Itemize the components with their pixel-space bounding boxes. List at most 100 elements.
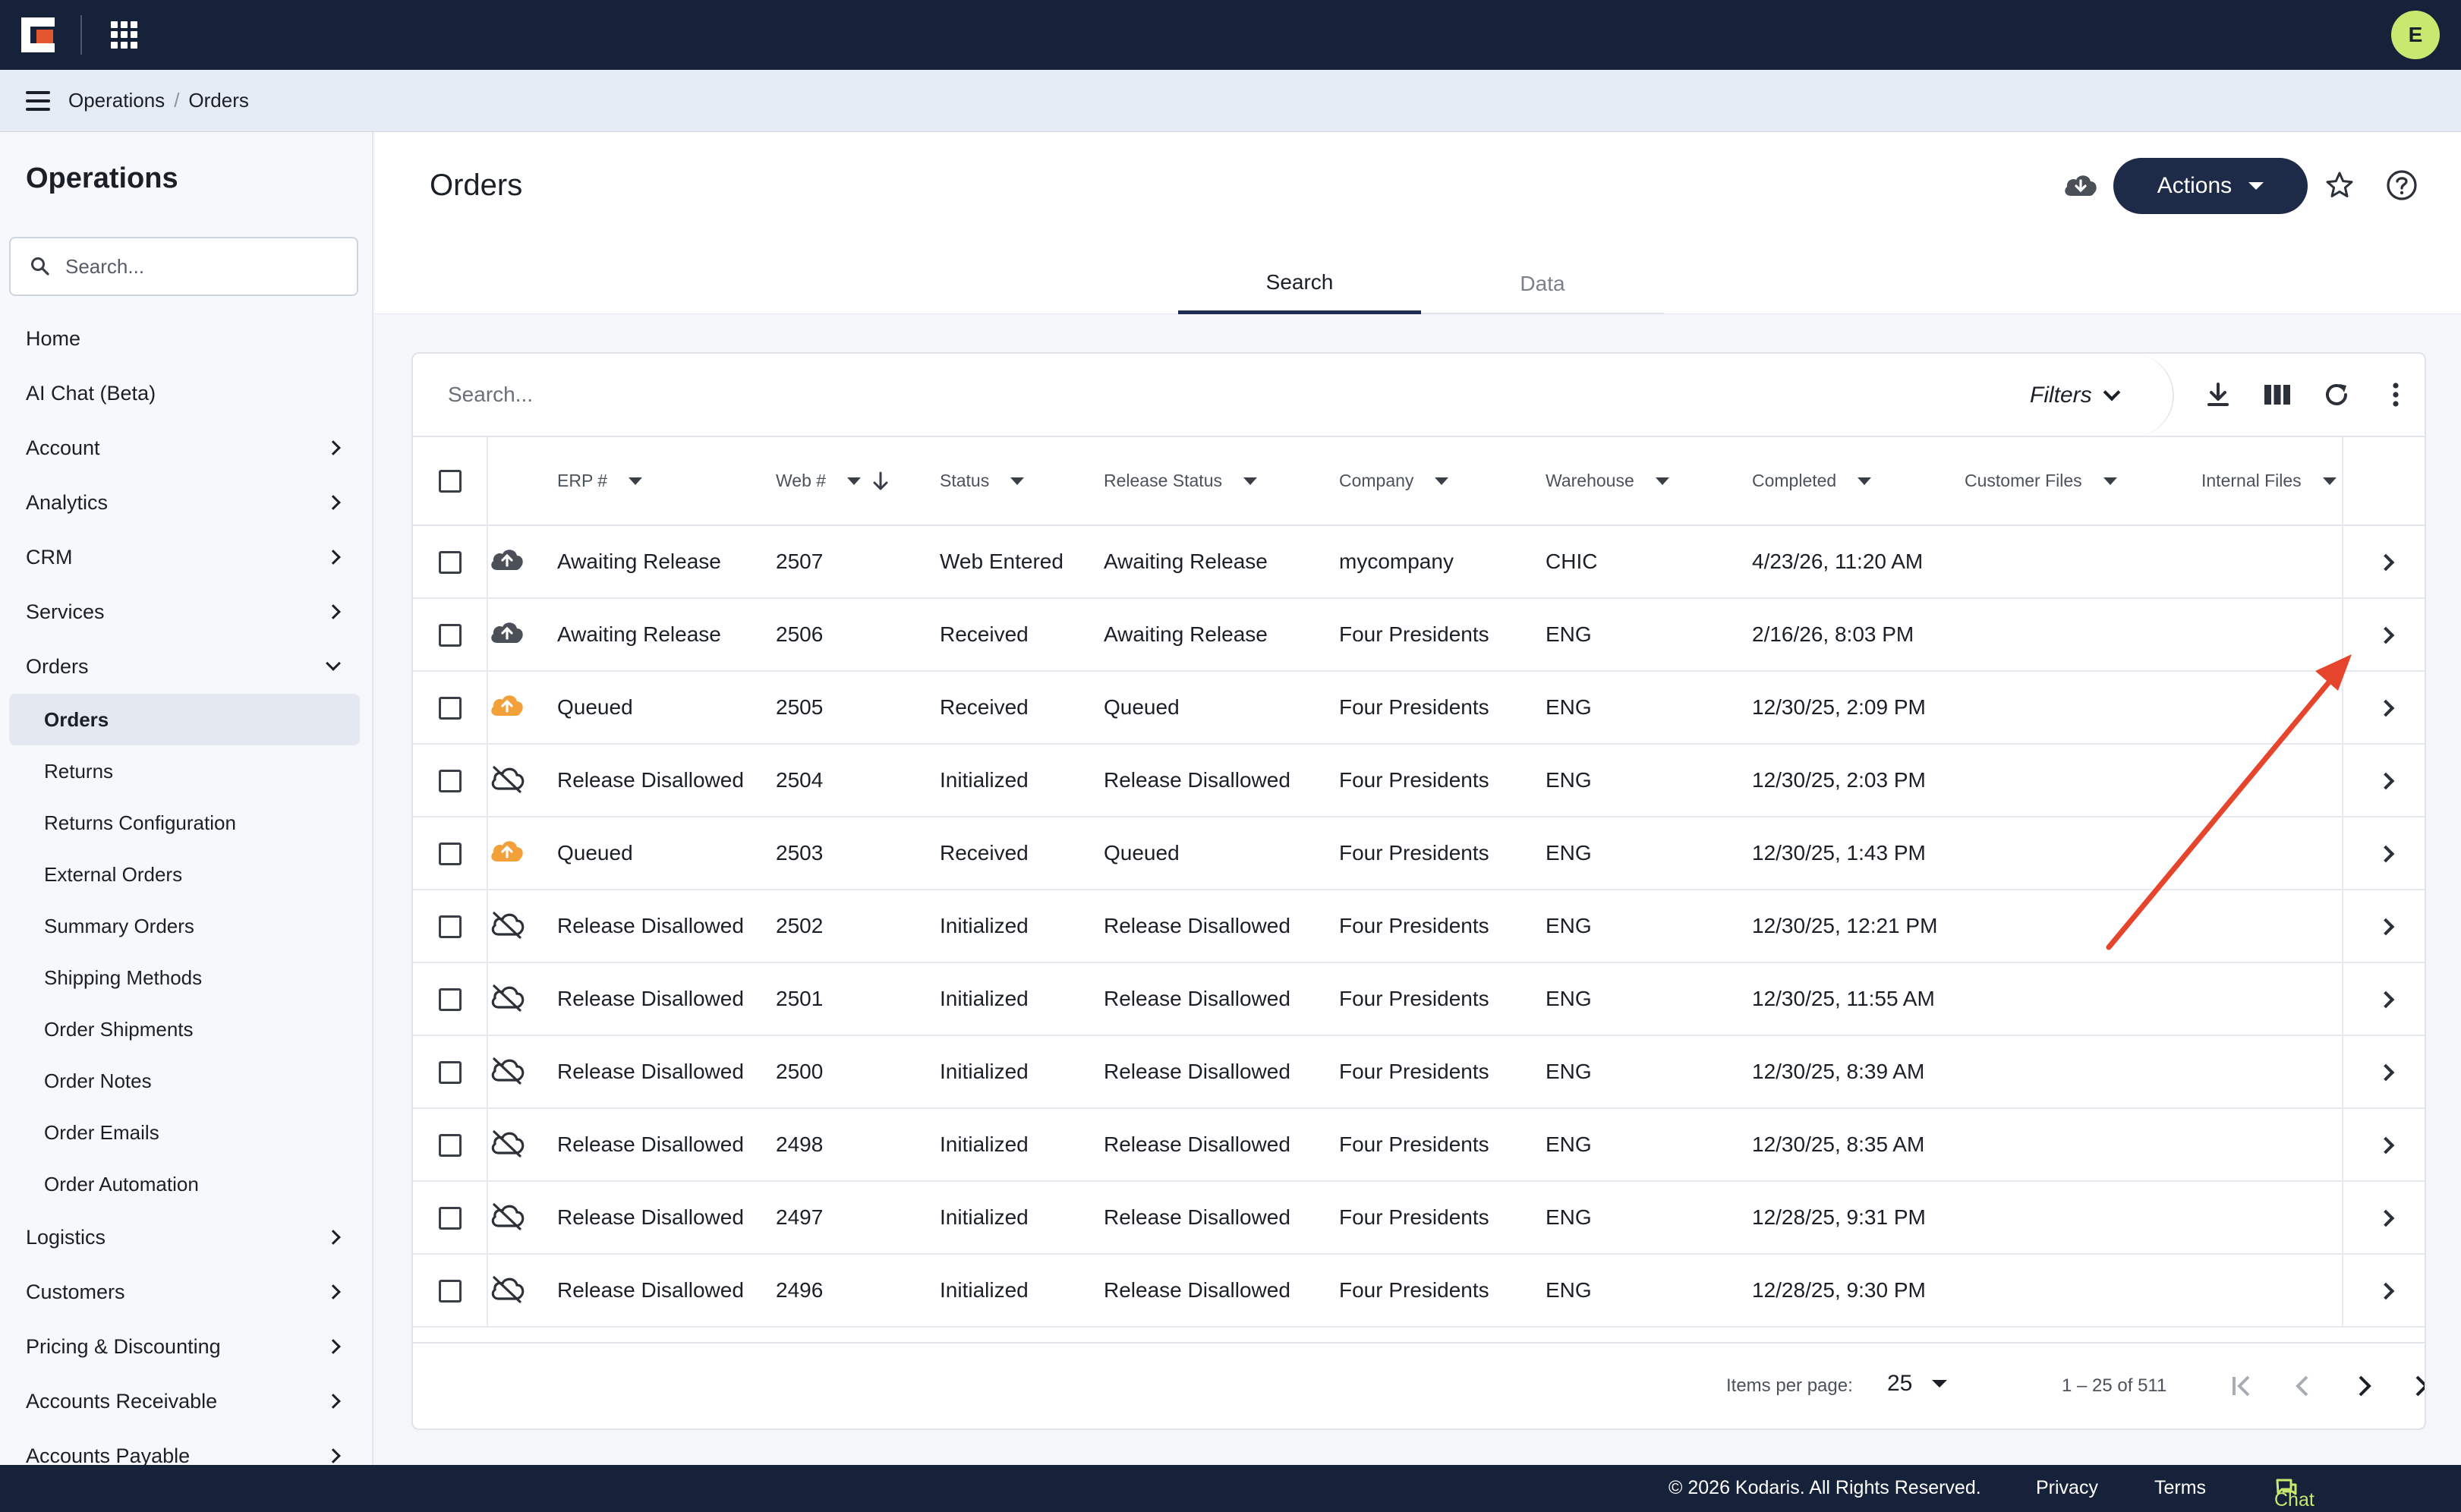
table-row[interactable]: Release Disallowed 2500 Initialized Release… (413, 1035, 2425, 1109)
sidebar-item-logistics[interactable]: Logistics (0, 1210, 372, 1265)
previous-page-icon[interactable] (2288, 1371, 2318, 1401)
sidebar-item-account[interactable]: Account (0, 421, 372, 475)
row-open-button[interactable] (2342, 525, 2425, 599)
sidebar-subitem-shipping-methods[interactable]: Shipping Methods (0, 952, 372, 1003)
sidebar-item-orders[interactable]: Orders (0, 639, 372, 694)
table-row[interactable]: Awaiting Release 2506 Received Awaiting Rel… (413, 598, 2425, 672)
row-checkbox[interactable] (438, 988, 462, 1012)
row-open-button[interactable] (2342, 1108, 2425, 1182)
column-web[interactable]: Web # (776, 437, 940, 526)
columns-icon[interactable] (2262, 380, 2292, 410)
user-avatar[interactable]: E (2391, 11, 2440, 59)
row-checkbox[interactable] (438, 1061, 462, 1085)
help-icon[interactable] (2385, 169, 2418, 202)
table-row[interactable]: Release Disallowed 2498 Initialized Release… (413, 1108, 2425, 1182)
sidebar-subitem-order-notes[interactable]: Order Notes (0, 1055, 372, 1107)
sidebar-item-ai-chat-beta[interactable]: AI Chat (Beta) (0, 366, 372, 421)
column-warehouse[interactable]: Warehouse (1546, 437, 1752, 526)
select-all-checkbox[interactable] (438, 469, 462, 493)
footer-privacy-link[interactable]: Privacy (2036, 1477, 2098, 1499)
sidebar-search-input[interactable]: Search... (9, 237, 358, 296)
chat-button[interactable]: Chat with us (2274, 1477, 2314, 1512)
first-page-icon[interactable] (2227, 1371, 2258, 1401)
filters-button[interactable]: Filters (2030, 354, 2174, 437)
table-row[interactable]: Awaiting Release 2507 Web Entered Awaiting … (413, 525, 2425, 599)
row-checkbox[interactable] (438, 770, 462, 793)
sidebar-subitem-returns-configuration[interactable]: Returns Configuration (0, 797, 372, 849)
row-checkbox[interactable] (438, 624, 462, 647)
sidebar-item-services[interactable]: Services (0, 584, 372, 639)
row-open-button[interactable] (2342, 890, 2425, 963)
row-checkbox[interactable] (438, 843, 462, 866)
table-row[interactable]: Release Disallowed 2501 Initialized Release… (413, 962, 2425, 1036)
column-internal-files[interactable]: Internal Files (2201, 437, 2343, 526)
menu-icon[interactable] (26, 90, 50, 111)
cell-status: Web Entered (940, 525, 1104, 599)
sort-arrow-down-icon[interactable] (871, 471, 890, 492)
kodaris-logo-icon[interactable] (21, 17, 56, 52)
cell-completed: 12/30/25, 1:43 PM (1752, 817, 1965, 890)
sidebar-item-accounts-payable[interactable]: Accounts Payable (0, 1429, 372, 1465)
apps-grid-icon[interactable] (111, 21, 138, 49)
sidebar-subitem-order-emails[interactable]: Order Emails (0, 1107, 372, 1158)
row-open-button[interactable] (2342, 1181, 2425, 1255)
caret-down-icon (1655, 477, 1669, 485)
cell-erp: Release Disallowed (557, 1035, 776, 1109)
table-row[interactable]: Release Disallowed 2497 Initialized Release… (413, 1181, 2425, 1255)
more-vert-icon[interactable] (2381, 380, 2411, 410)
chevron-right-icon (2377, 699, 2394, 717)
refresh-icon[interactable] (2321, 380, 2352, 410)
footer-terms-link[interactable]: Terms (2154, 1477, 2206, 1499)
table-search-input[interactable]: Search... (448, 383, 533, 407)
sidebar-item-pricing-discounting[interactable]: Pricing & Discounting (0, 1319, 372, 1374)
tab-data[interactable]: Data (1421, 254, 1664, 314)
sidebar-subitem-orders[interactable]: Orders (9, 694, 360, 745)
cloud-off-icon (489, 984, 526, 1016)
table-row[interactable]: Release Disallowed 2504 Initialized Release… (413, 744, 2425, 817)
items-per-page-select[interactable]: 25 (1887, 1371, 1948, 1397)
sidebar-subitem-external-orders[interactable]: External Orders (0, 849, 372, 900)
next-page-icon[interactable] (2349, 1371, 2379, 1401)
table-row[interactable]: Queued 2503 Received Queued Four Presidents E… (413, 817, 2425, 890)
sidebar-item-home[interactable]: Home (0, 311, 372, 366)
star-icon[interactable] (2324, 170, 2355, 200)
row-open-button[interactable] (2342, 1254, 2425, 1328)
download-icon[interactable] (2203, 380, 2233, 410)
column-company[interactable]: Company (1339, 437, 1546, 526)
last-page-icon[interactable] (2409, 1371, 2426, 1401)
actions-button[interactable]: Actions (2113, 158, 2308, 214)
table-row[interactable]: Release Disallowed 2502 Initialized Release… (413, 890, 2425, 963)
row-checkbox[interactable] (438, 551, 462, 575)
column-status[interactable]: Status (940, 437, 1104, 526)
row-open-button[interactable] (2342, 962, 2425, 1036)
column-completed[interactable]: Completed (1752, 437, 1965, 526)
sidebar-subitem-order-automation[interactable]: Order Automation (0, 1158, 372, 1210)
table-row[interactable]: Release Disallowed 2496 Initialized Release… (413, 1254, 2425, 1328)
sidebar-item-crm[interactable]: CRM (0, 530, 372, 584)
sidebar-item-accounts-receivable[interactable]: Accounts Receivable (0, 1374, 372, 1429)
row-checkbox[interactable] (438, 915, 462, 939)
sidebar-subitem-order-shipments[interactable]: Order Shipments (0, 1003, 372, 1055)
sidebar-item-analytics[interactable]: Analytics (0, 475, 372, 530)
row-open-button[interactable] (2342, 598, 2425, 672)
column-erp[interactable]: ERP # (557, 437, 776, 526)
row-open-button[interactable] (2342, 817, 2425, 890)
row-open-button[interactable] (2342, 1035, 2425, 1109)
table-row[interactable]: Queued 2505 Received Queued Four Presidents E… (413, 671, 2425, 745)
column-release-status[interactable]: Release Status (1104, 437, 1339, 526)
row-checkbox[interactable] (438, 1134, 462, 1158)
row-open-button[interactable] (2342, 744, 2425, 817)
cloud-download-icon[interactable] (2062, 170, 2100, 200)
row-checkbox[interactable] (438, 697, 462, 720)
sidebar-subitem-summary-orders[interactable]: Summary Orders (0, 900, 372, 952)
caret-down-icon (847, 477, 862, 485)
sidebar-subitem-returns[interactable]: Returns (0, 745, 372, 797)
column-customer-files[interactable]: Customer Files (1965, 437, 2201, 526)
row-open-button[interactable] (2342, 671, 2425, 745)
breadcrumb-operations[interactable]: Operations (68, 89, 165, 112)
row-checkbox[interactable] (438, 1207, 462, 1230)
row-checkbox[interactable] (438, 1280, 462, 1303)
sidebar-item-customers[interactable]: Customers (0, 1265, 372, 1319)
cell-erp: Release Disallowed (557, 744, 776, 817)
tab-search[interactable]: Search (1178, 254, 1421, 314)
